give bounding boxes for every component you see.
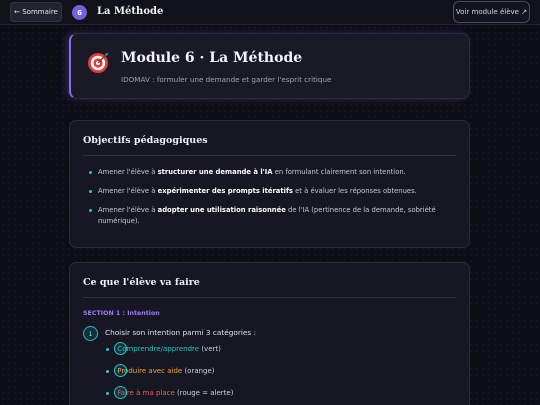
objective-item: Amener l'élève à structurer une demande …: [89, 167, 443, 178]
divider: [83, 155, 456, 156]
cursor-highlight-icon: [114, 364, 127, 377]
objective-item: Amener l'élève à adopter une utilisation…: [89, 205, 443, 227]
category-item: Faire à ma place (rouge = alerte): [106, 386, 234, 399]
category-item: Produire avec aide (orange): [106, 364, 215, 377]
bullet-icon: [106, 347, 109, 351]
view-student-label: Voir module élève ↗: [455, 8, 528, 16]
module-subtitle: IDOMAV : formuler une demande et garder …: [121, 75, 332, 84]
category-note: (orange): [182, 367, 215, 375]
section-label: SECTION 1 : Intention: [83, 310, 160, 317]
back-label: ← Sommaire: [14, 8, 58, 16]
module-header-card: Module 6 · La Méthode IDOMAV : formuler …: [69, 33, 470, 99]
back-to-summary-button[interactable]: ← Sommaire: [10, 2, 62, 22]
top-bar: ← Sommaire 6 La Méthode Voir module élèv…: [0, 0, 540, 25]
bullet-icon: [89, 171, 92, 174]
module-number-badge: 6: [72, 5, 87, 20]
view-student-module-button[interactable]: Voir module élève ↗: [453, 1, 530, 23]
target-icon: [88, 53, 108, 73]
step-text: Choisir son intention parmi 3 catégories…: [105, 328, 256, 337]
activities-card: Ce que l'élève va faire SECTION 1 : Inte…: [69, 262, 470, 405]
category-note: (rouge = alerte): [174, 389, 234, 397]
objectives-title: Objectifs pédagogiques: [83, 135, 208, 146]
page-title: La Méthode: [97, 6, 164, 17]
step-number-badge: 1: [83, 326, 98, 341]
category-item: Comprendre/apprendre (vert): [106, 342, 221, 355]
category-label: Comprendre/apprendre: [117, 345, 200, 353]
bullet-icon: [89, 209, 92, 212]
bullet-icon: [106, 391, 109, 395]
cursor-highlight-icon: [114, 386, 127, 399]
cursor-highlight-icon: [114, 342, 127, 355]
bullet-icon: [106, 369, 109, 373]
activities-title: Ce que l'élève va faire: [83, 277, 200, 288]
category-note: (vert): [199, 345, 221, 353]
objectives-card: Objectifs pédagogiques Amener l'élève à …: [69, 120, 470, 248]
bullet-icon: [89, 190, 92, 193]
objective-item: Amener l'élève à expérimenter des prompt…: [89, 186, 443, 197]
divider: [83, 297, 456, 298]
module-title: Module 6 · La Méthode: [121, 50, 303, 66]
